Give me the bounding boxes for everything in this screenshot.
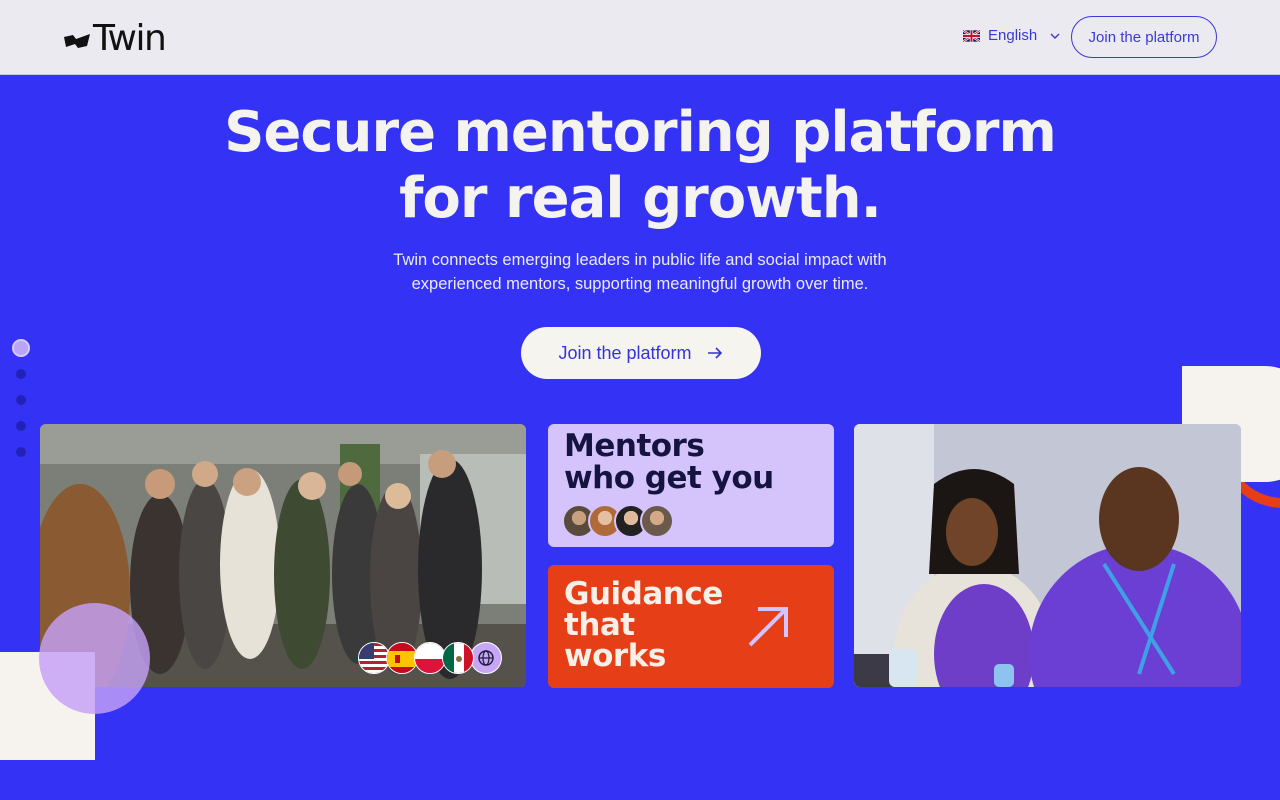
mexico-flag-icon: [442, 642, 474, 674]
carousel-dot-1[interactable]: [12, 339, 30, 357]
mentors-card[interactable]: Mentors who get you: [548, 424, 834, 547]
logo-text: Twin: [93, 17, 167, 59]
globe-icon: [470, 642, 502, 674]
carousel-dot-5[interactable]: [16, 447, 26, 457]
mentors-title-line1: Mentors: [564, 428, 705, 464]
language-selector[interactable]: English: [963, 27, 1061, 44]
mentoring-photo: [854, 424, 1241, 687]
hero-subtitle-line2: experienced mentors, supporting meaningf…: [411, 275, 869, 293]
carousel-dot-2[interactable]: [16, 369, 26, 379]
language-label: English: [988, 27, 1038, 44]
mentoring-photo-image: [854, 424, 1241, 687]
carousel-dot-4[interactable]: [16, 421, 26, 431]
avatar: [640, 504, 674, 538]
uk-flag-icon: [963, 29, 980, 42]
chevron-down-icon: [1050, 33, 1060, 39]
mentors-card-title: Mentors who get you: [564, 430, 774, 494]
arrow-up-right-icon: [748, 607, 788, 647]
hero-title-line1: Secure mentoring platform: [224, 100, 1057, 165]
hero-title-line2: for real growth.: [399, 166, 882, 231]
arrow-right-icon: [707, 347, 722, 359]
cta-label: Join the platform: [558, 342, 692, 363]
hero-subtitle-line1: Twin connects emerging leaders in public…: [393, 251, 887, 269]
language-flags: [358, 642, 502, 674]
twin-logo[interactable]: Twin: [63, 17, 167, 59]
guidance-title-line3: works: [564, 638, 666, 674]
mentors-title-line2: who get you: [564, 460, 774, 496]
logo-mark-icon: [64, 34, 90, 48]
decorative-purple-circle: [39, 603, 150, 714]
hero-title: Secure mentoring platform for real growt…: [140, 100, 1140, 232]
hero-subtitle: Twin connects emerging leaders in public…: [340, 248, 940, 296]
site-header: Twin English Join the platform: [0, 0, 1280, 75]
join-platform-cta-button[interactable]: Join the platform: [521, 327, 761, 379]
guidance-card-title: Guidance that works: [564, 579, 723, 672]
mentor-avatars: [562, 504, 674, 538]
guidance-card[interactable]: Guidance that works: [548, 565, 834, 688]
carousel-dot-3[interactable]: [16, 395, 26, 405]
join-platform-header-button[interactable]: Join the platform: [1071, 16, 1217, 58]
